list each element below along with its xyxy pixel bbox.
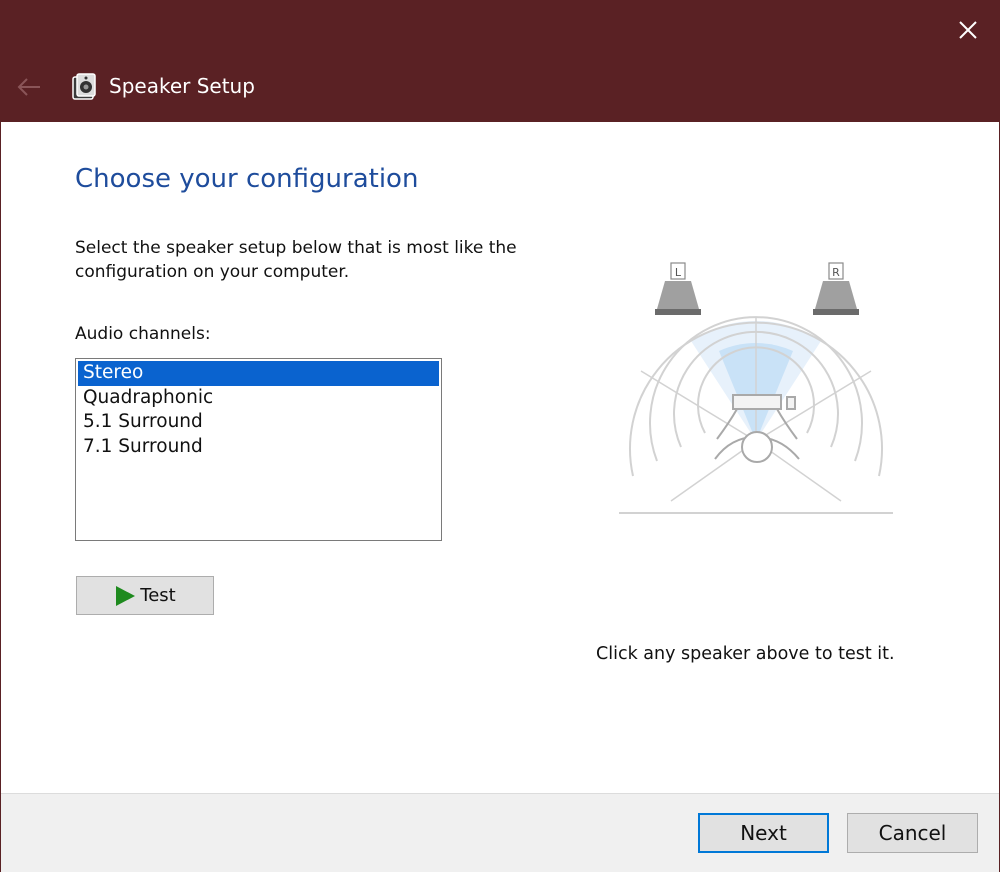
list-item-quadraphonic[interactable]: Quadraphonic <box>78 386 439 411</box>
audio-channels-label: Audio channels: <box>75 324 211 344</box>
close-icon <box>959 21 977 39</box>
list-item-stereo[interactable]: Stereo <box>78 361 439 386</box>
speaker-diagram: L R <box>619 262 893 514</box>
speaker-test-hint: Click any speaker above to test it. <box>596 644 895 664</box>
left-speaker-icon[interactable]: L <box>655 262 701 315</box>
play-icon <box>114 585 136 607</box>
right-speaker-icon[interactable]: R <box>813 262 859 315</box>
window-title: Speaker Setup <box>109 74 255 98</box>
title-bar: Speaker Setup <box>1 1 999 122</box>
speaker-setup-window: Speaker Setup Choose your configuration … <box>0 0 1000 872</box>
list-item-5-1-surround[interactable]: 5.1 Surround <box>78 410 439 435</box>
next-button[interactable]: Next <box>698 813 829 853</box>
button-bar: Next Cancel <box>1 793 999 872</box>
back-button[interactable] <box>13 71 45 103</box>
list-item-7-1-surround[interactable]: 7.1 Surround <box>78 435 439 460</box>
right-speaker-label: R <box>832 266 840 279</box>
speaker-icon <box>72 73 96 100</box>
test-button[interactable]: Test <box>76 576 214 615</box>
page-title: Choose your configuration <box>75 164 419 194</box>
instructions-text: Select the speaker setup below that is m… <box>75 238 517 282</box>
cancel-button[interactable]: Cancel <box>847 813 978 853</box>
audio-channels-listbox[interactable]: Stereo Quadraphonic 5.1 Surround 7.1 Sur… <box>75 358 442 541</box>
close-button[interactable] <box>951 13 985 47</box>
left-speaker-label: L <box>675 266 682 279</box>
back-arrow-icon <box>17 78 40 96</box>
test-button-label: Test <box>140 585 176 606</box>
